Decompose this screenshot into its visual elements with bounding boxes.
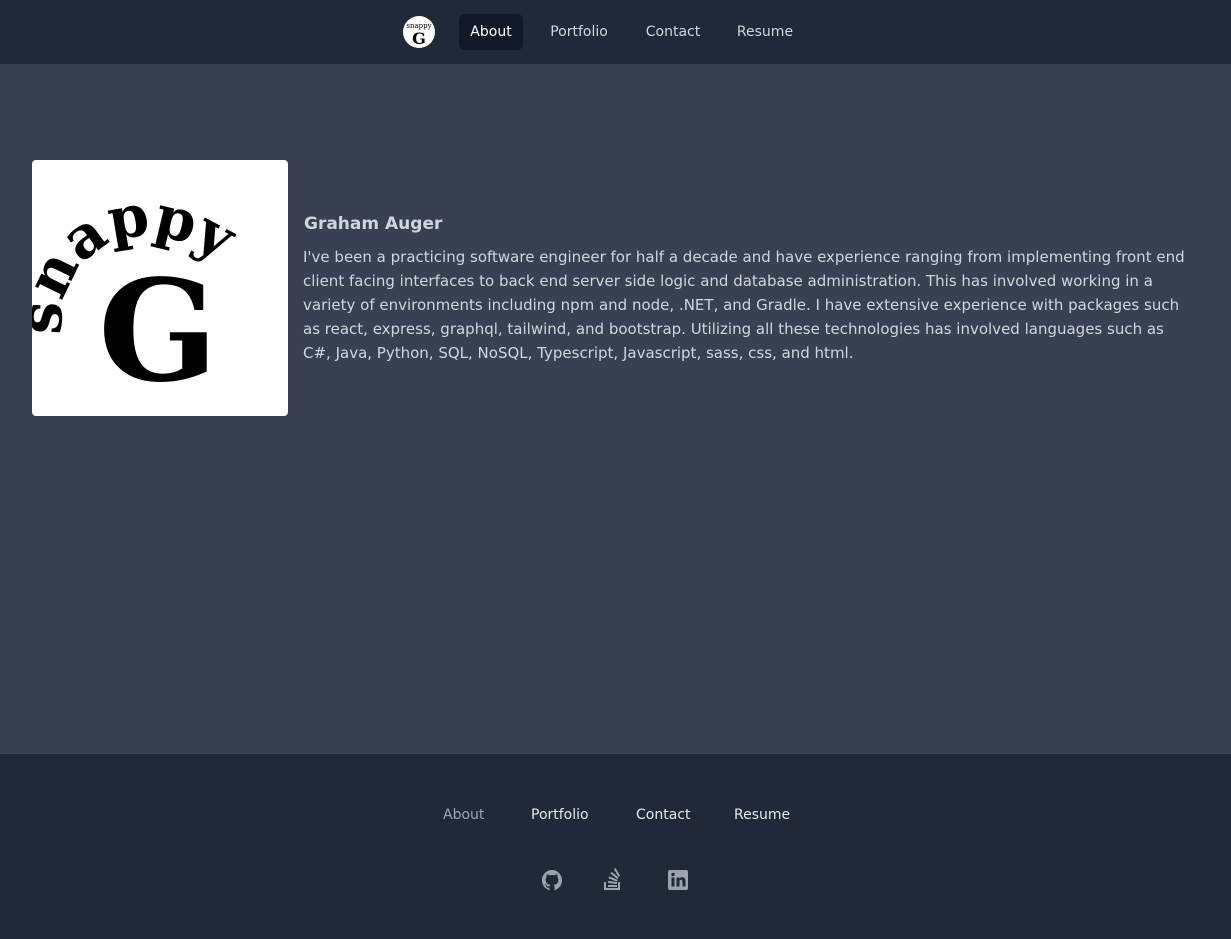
snappy-g-logo-icon: snappy G [32,181,249,414]
footer-link-portfolio[interactable]: Portfolio [531,805,589,825]
logo-letter: G [98,250,218,414]
profile-logo-card: snappy G [32,160,288,416]
nav-resume[interactable]: Resume [727,14,803,50]
profile-name: Graham Auger [304,214,443,234]
stackoverflow-icon[interactable] [601,868,625,892]
site-logo[interactable]: snappy G [403,16,435,48]
footer [0,754,1231,939]
footer-link-contact[interactable]: Contact [636,805,690,825]
nav-about[interactable]: About [459,14,523,50]
nav-contact[interactable]: Contact [635,14,711,50]
svg-text:G: G [412,29,426,48]
profile-bio: I've been a practicing software engineer… [303,248,1185,362]
footer-link-resume[interactable]: Resume [734,805,790,825]
linkedin-icon[interactable] [666,868,690,892]
footer-link-about[interactable]: About [443,805,484,825]
nav-portfolio[interactable]: Portfolio [539,14,619,50]
github-icon[interactable] [540,868,564,892]
top-navbar: snappy G About Portfolio Contact Resume [0,0,1231,64]
snappy-g-logo-icon: snappy G [406,22,431,48]
